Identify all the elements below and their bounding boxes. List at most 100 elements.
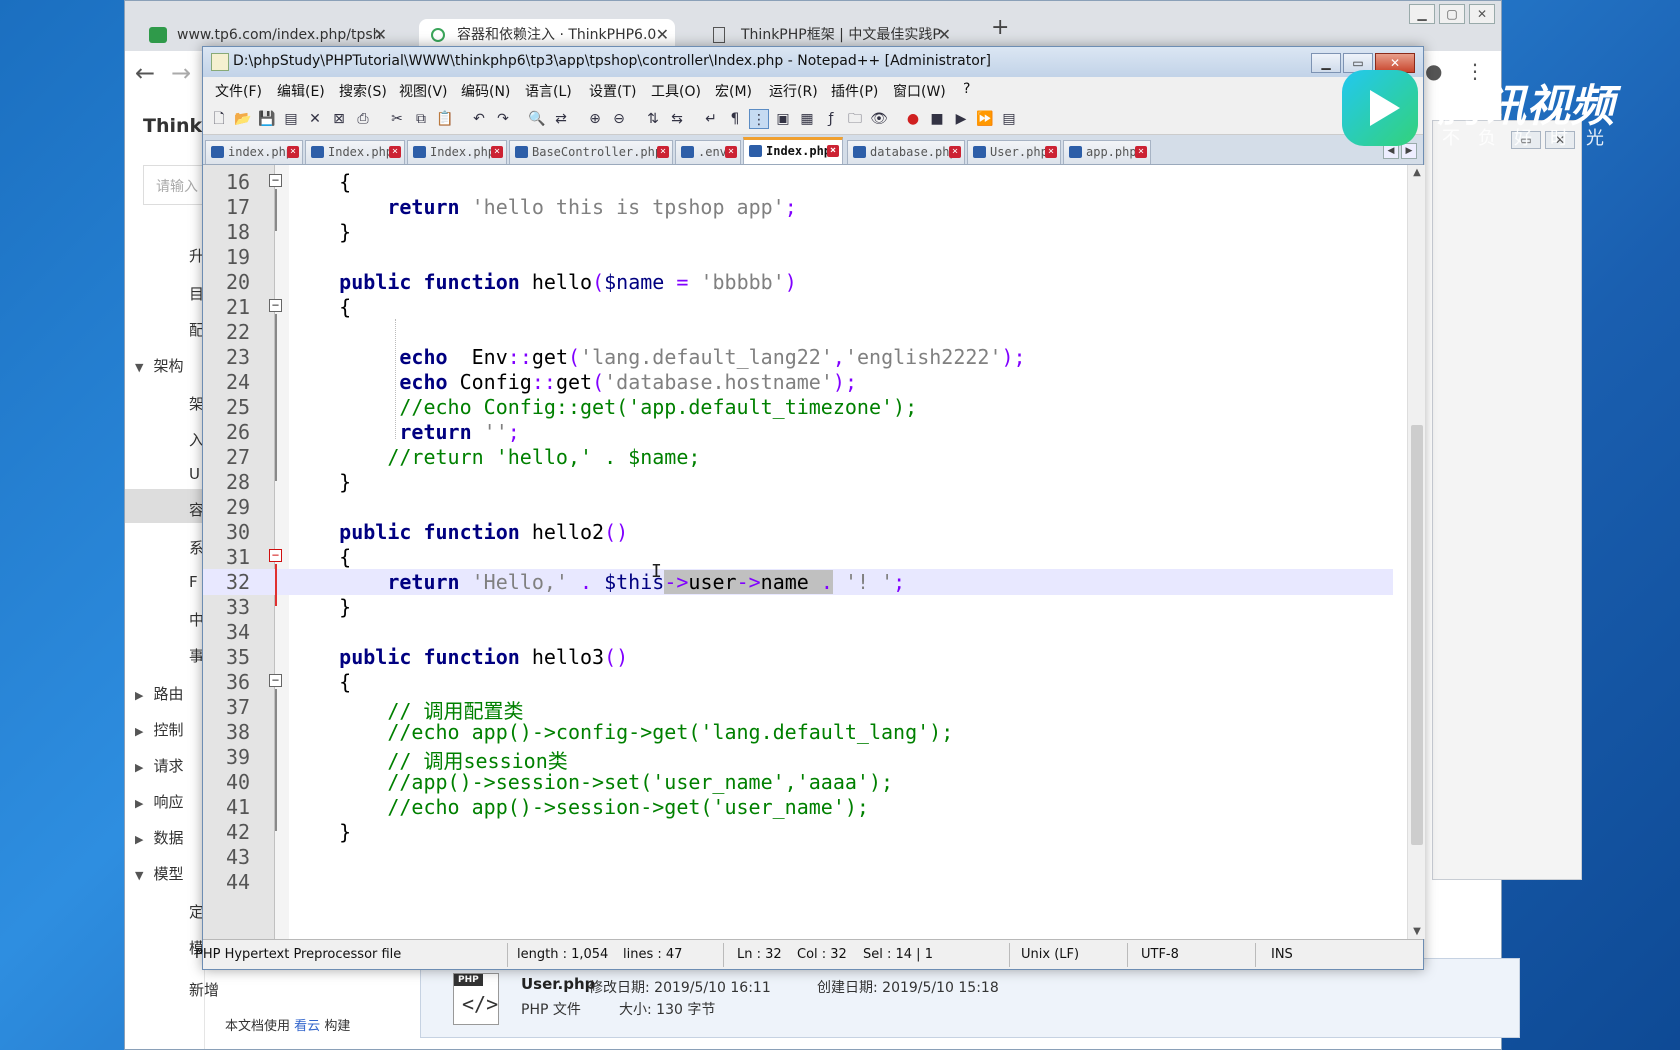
code-line[interactable]: 32 return 'Hello,' . $this->user->name .… xyxy=(203,569,1393,595)
udl-icon[interactable]: ▣ xyxy=(773,109,793,129)
doc-nav-group-controller[interactable]: ▶ 控制 xyxy=(135,719,183,740)
close-icon[interactable]: × xyxy=(389,146,401,158)
file-tab-active[interactable]: Index.php × xyxy=(743,137,843,164)
menu-window[interactable]: 窗口(W) xyxy=(893,81,946,101)
code-line[interactable]: 43 xyxy=(203,844,1393,870)
code-line[interactable]: 22 xyxy=(203,319,1393,345)
menu-macro[interactable]: 宏(M) xyxy=(715,81,752,101)
zoom-in-icon[interactable]: ⊕ xyxy=(585,109,605,129)
file-tab[interactable]: Index.php × xyxy=(305,140,405,164)
footer-link[interactable]: 看云 xyxy=(294,1019,320,1034)
menu-help[interactable]: ? xyxy=(963,81,970,97)
scrollbar-thumb[interactable] xyxy=(1411,425,1423,845)
print-icon[interactable]: ⎙ xyxy=(353,109,373,129)
close-icon[interactable]: × xyxy=(287,146,299,158)
code-line[interactable]: 36 − { xyxy=(203,669,1393,695)
doc-nav-group-model[interactable]: ▼ 模型 xyxy=(135,863,183,884)
code-line[interactable]: 29 xyxy=(203,494,1393,520)
code-line[interactable]: 16 − { xyxy=(203,169,1393,195)
minimize-button[interactable]: ▁ xyxy=(1311,53,1341,73)
code-line[interactable]: 18 } xyxy=(203,219,1393,245)
code-line[interactable]: 33 } xyxy=(203,594,1393,620)
replace-icon[interactable]: ⇄ xyxy=(551,109,571,129)
run-macro-multiple-icon[interactable]: ⏩ xyxy=(975,109,995,129)
code-line[interactable]: 17 return 'hello this is tpshop app'; xyxy=(203,194,1393,220)
close-icon[interactable]: × xyxy=(949,146,961,158)
file-tab[interactable]: Index.php × xyxy=(407,140,507,164)
fold-toggle-icon[interactable]: − xyxy=(269,674,282,687)
doc-search-input[interactable]: 请输入 xyxy=(143,165,203,205)
stop-macro-icon[interactable]: ■ xyxy=(927,109,947,129)
code-line[interactable]: 28 } xyxy=(203,469,1393,495)
record-macro-icon[interactable]: ● xyxy=(903,109,923,129)
close-icon[interactable]: × xyxy=(657,146,669,158)
menu-edit[interactable]: 编辑(E) xyxy=(277,81,325,101)
save-all-icon[interactable]: ▤ xyxy=(281,109,301,129)
forward-icon[interactable]: → xyxy=(171,59,191,87)
code-line[interactable]: 39 // 调用session类 xyxy=(203,744,1393,773)
play-macro-icon[interactable]: ▶ xyxy=(951,109,971,129)
code-line[interactable]: 37 // 调用配置类 xyxy=(203,694,1393,723)
code-editor[interactable]: 16 − {17 return 'hello this is tpshop app… xyxy=(203,165,1425,939)
doc-map-icon[interactable]: ▦ xyxy=(797,109,817,129)
monitoring-icon[interactable]: 👁 xyxy=(869,109,889,129)
code-line[interactable]: 35 public function hello3() xyxy=(203,644,1393,670)
fold-toggle-icon[interactable]: − xyxy=(269,299,282,312)
indent-guide-icon[interactable]: ⋮ xyxy=(749,109,769,129)
menu-plugins[interactable]: 插件(P) xyxy=(831,81,878,101)
save-macro-icon[interactable]: ▤ xyxy=(999,109,1019,129)
doc-nav-group-database[interactable]: ▶ 数据 xyxy=(135,827,183,848)
scroll-down-icon[interactable]: ▼ xyxy=(1408,926,1425,937)
open-folder-icon[interactable]: 📂 xyxy=(233,109,253,129)
new-tab-button[interactable]: + xyxy=(991,15,1009,40)
minimize-button[interactable]: ▁ xyxy=(1409,4,1435,24)
doc-nav-item[interactable]: F xyxy=(189,573,198,591)
menu-encoding[interactable]: 编码(N) xyxy=(461,81,510,101)
code-line[interactable]: 20 public function hello($name = 'bbbbb'… xyxy=(203,269,1393,295)
scroll-up-icon[interactable]: ▲ xyxy=(1408,167,1425,178)
file-tab[interactable]: User.php × xyxy=(967,140,1061,164)
menu-file[interactable]: 文件(F) xyxy=(215,81,262,101)
file-tab[interactable]: .env × xyxy=(675,140,741,164)
cut-icon[interactable]: ✂ xyxy=(387,109,407,129)
word-wrap-icon[interactable]: ↵ xyxy=(701,109,721,129)
sync-vertical-icon[interactable]: ⇅ xyxy=(643,109,663,129)
back-icon[interactable]: ← xyxy=(135,59,155,87)
close-icon[interactable]: × xyxy=(1045,146,1057,158)
save-icon[interactable]: 💾 xyxy=(257,109,277,129)
fold-toggle-icon[interactable]: − xyxy=(269,174,282,187)
fold-toggle-icon[interactable]: − xyxy=(269,549,282,562)
new-file-icon[interactable]: 🗋 xyxy=(209,109,229,129)
paste-icon[interactable]: 📋 xyxy=(435,109,455,129)
menu-run[interactable]: 运行(R) xyxy=(769,81,818,101)
find-icon[interactable]: 🔍 xyxy=(527,109,547,129)
file-tab[interactable]: database.php × xyxy=(847,140,965,164)
doc-nav-group-request[interactable]: ▶ 请求 xyxy=(135,755,183,776)
code-line[interactable]: 42 } xyxy=(203,819,1393,845)
code-line[interactable]: 31 − { xyxy=(203,544,1393,570)
show-all-chars-icon[interactable]: ¶ xyxy=(725,109,745,129)
code-line[interactable]: 34 xyxy=(203,619,1393,645)
folder-as-workspace-icon[interactable]: 🗀 xyxy=(845,109,865,129)
close-icon[interactable]: × xyxy=(725,146,737,158)
file-tab[interactable]: BaseController.php × xyxy=(509,140,673,164)
menu-view[interactable]: 视图(V) xyxy=(399,81,448,101)
close-icon[interactable]: × xyxy=(1135,146,1147,158)
code-line[interactable]: 25 //echo Config::get('app.default_timez… xyxy=(203,394,1393,420)
undo-icon[interactable]: ↶ xyxy=(469,109,489,129)
menu-settings[interactable]: 设置(T) xyxy=(589,81,636,101)
file-tab[interactable]: index.php × xyxy=(205,140,303,164)
menu-language[interactable]: 语言(L) xyxy=(525,81,572,101)
code-line[interactable]: 23 echo Env::get('lang.default_lang22','… xyxy=(203,344,1393,370)
function-list-icon[interactable]: ƒ xyxy=(821,109,841,129)
close-icon[interactable]: × xyxy=(491,146,503,158)
code-line[interactable]: 44 xyxy=(203,869,1393,895)
code-line[interactable]: 40 //app()->session->set('user_name','aa… xyxy=(203,769,1393,795)
code-line[interactable]: 27 //return 'hello,' . $name; xyxy=(203,444,1393,470)
close-file-icon[interactable]: ✕ xyxy=(305,109,325,129)
copy-icon[interactable]: ⧉ xyxy=(411,109,431,129)
code-line[interactable]: 21 − { xyxy=(203,294,1393,320)
redo-icon[interactable]: ↷ xyxy=(493,109,513,129)
sync-horizontal-icon[interactable]: ⇆ xyxy=(667,109,687,129)
code-line[interactable]: 24 echo Config::get('database.hostname')… xyxy=(203,369,1393,395)
